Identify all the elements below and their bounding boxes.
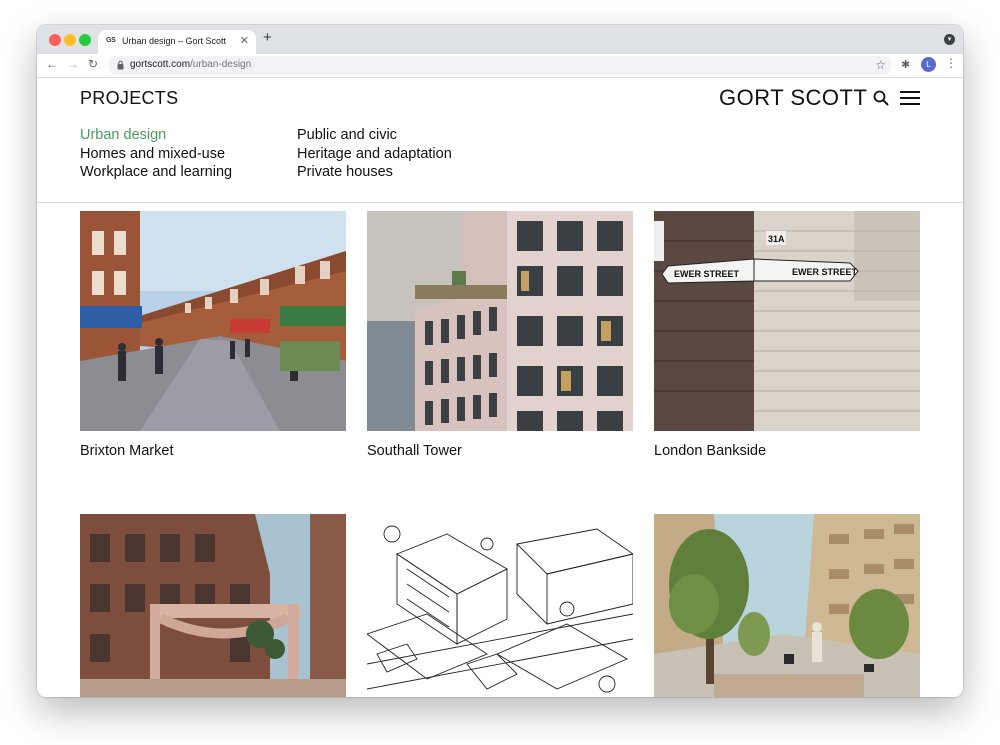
browser-window: GS Urban design – Gort Scott ✕ + ▾ ← → ↻… bbox=[37, 25, 963, 697]
header-divider bbox=[37, 202, 963, 203]
tab-close-icon[interactable]: ✕ bbox=[240, 34, 249, 47]
project-title[interactable]: Brixton Market bbox=[80, 443, 173, 459]
search-icon[interactable] bbox=[873, 90, 889, 106]
project-card-bankside[interactable]: EWER STREET EWER STREET 31A London Banks… bbox=[654, 211, 920, 471]
category-heritage-adaptation[interactable]: Heritage and adaptation bbox=[297, 145, 452, 164]
category-urban-design[interactable]: Urban design bbox=[80, 126, 232, 145]
site-logo[interactable]: GORT SCOTT bbox=[719, 85, 867, 111]
reload-icon[interactable]: ↻ bbox=[88, 57, 98, 71]
browser-menu-icon[interactable]: ⋮ bbox=[945, 56, 957, 70]
favicon-icon: GS bbox=[106, 37, 116, 44]
close-window-button[interactable] bbox=[49, 34, 61, 46]
project-image-london-bankside[interactable]: EWER STREET EWER STREET 31A bbox=[654, 211, 920, 431]
category-column-right: Public and civic Heritage and adaptation… bbox=[297, 126, 452, 182]
url-text: gortscott.com/urban-design bbox=[130, 59, 252, 70]
project-image[interactable] bbox=[367, 514, 633, 697]
tab-title: Urban design – Gort Scott bbox=[122, 36, 227, 46]
category-public-civic[interactable]: Public and civic bbox=[297, 126, 452, 145]
back-arrow-icon[interactable]: ← bbox=[46, 57, 58, 71]
street-sign-left: EWER STREET bbox=[674, 269, 740, 279]
maximize-window-button[interactable] bbox=[79, 34, 91, 46]
tab-search-icon[interactable]: ▾ bbox=[944, 34, 955, 45]
profile-avatar[interactable]: L bbox=[921, 57, 936, 72]
bookmark-star-icon[interactable]: ☆ bbox=[875, 58, 886, 72]
project-image[interactable] bbox=[654, 514, 920, 697]
project-card-brixton[interactable]: Brixton Market bbox=[80, 211, 346, 471]
project-card[interactable] bbox=[80, 514, 346, 697]
category-homes-mixed-use[interactable]: Homes and mixed-use bbox=[80, 145, 232, 164]
extensions-puzzle-icon[interactable]: ✱ bbox=[901, 58, 910, 71]
minimize-window-button[interactable] bbox=[64, 34, 76, 46]
browser-toolbar: ← → ↻ gortscott.com/urban-design ☆ ✱ L ⋮ bbox=[37, 54, 963, 78]
project-image-southall-tower[interactable] bbox=[367, 211, 633, 431]
browser-tab[interactable]: GS Urban design – Gort Scott ✕ bbox=[98, 30, 256, 54]
new-tab-icon[interactable]: + bbox=[263, 29, 272, 46]
tab-strip: GS Urban design – Gort Scott ✕ + ▾ bbox=[37, 25, 963, 54]
project-image[interactable] bbox=[80, 514, 346, 697]
forward-arrow-icon[interactable]: → bbox=[67, 57, 79, 71]
project-card[interactable] bbox=[367, 514, 633, 697]
category-private-houses[interactable]: Private houses bbox=[297, 163, 452, 182]
page-title: PROJECTS bbox=[80, 88, 179, 108]
project-title[interactable]: Southall Tower bbox=[367, 443, 462, 459]
category-workplace-learning[interactable]: Workplace and learning bbox=[80, 163, 232, 182]
category-column-left: Urban design Homes and mixed-use Workpla… bbox=[80, 126, 232, 182]
project-image-brixton-market[interactable] bbox=[80, 211, 346, 431]
lock-icon bbox=[117, 60, 124, 70]
street-sign-right: EWER STREET bbox=[792, 267, 858, 277]
project-card-southall[interactable]: Southall Tower bbox=[367, 211, 633, 471]
web-page: PROJECTS GORT SCOTT Urban design Homes a… bbox=[37, 78, 963, 697]
building-number: 31A bbox=[768, 234, 785, 244]
address-bar[interactable]: gortscott.com/urban-design ☆ bbox=[108, 56, 892, 75]
project-card[interactable] bbox=[654, 514, 920, 697]
project-title[interactable]: London Bankside bbox=[654, 443, 766, 459]
menu-hamburger-icon[interactable] bbox=[900, 90, 920, 106]
